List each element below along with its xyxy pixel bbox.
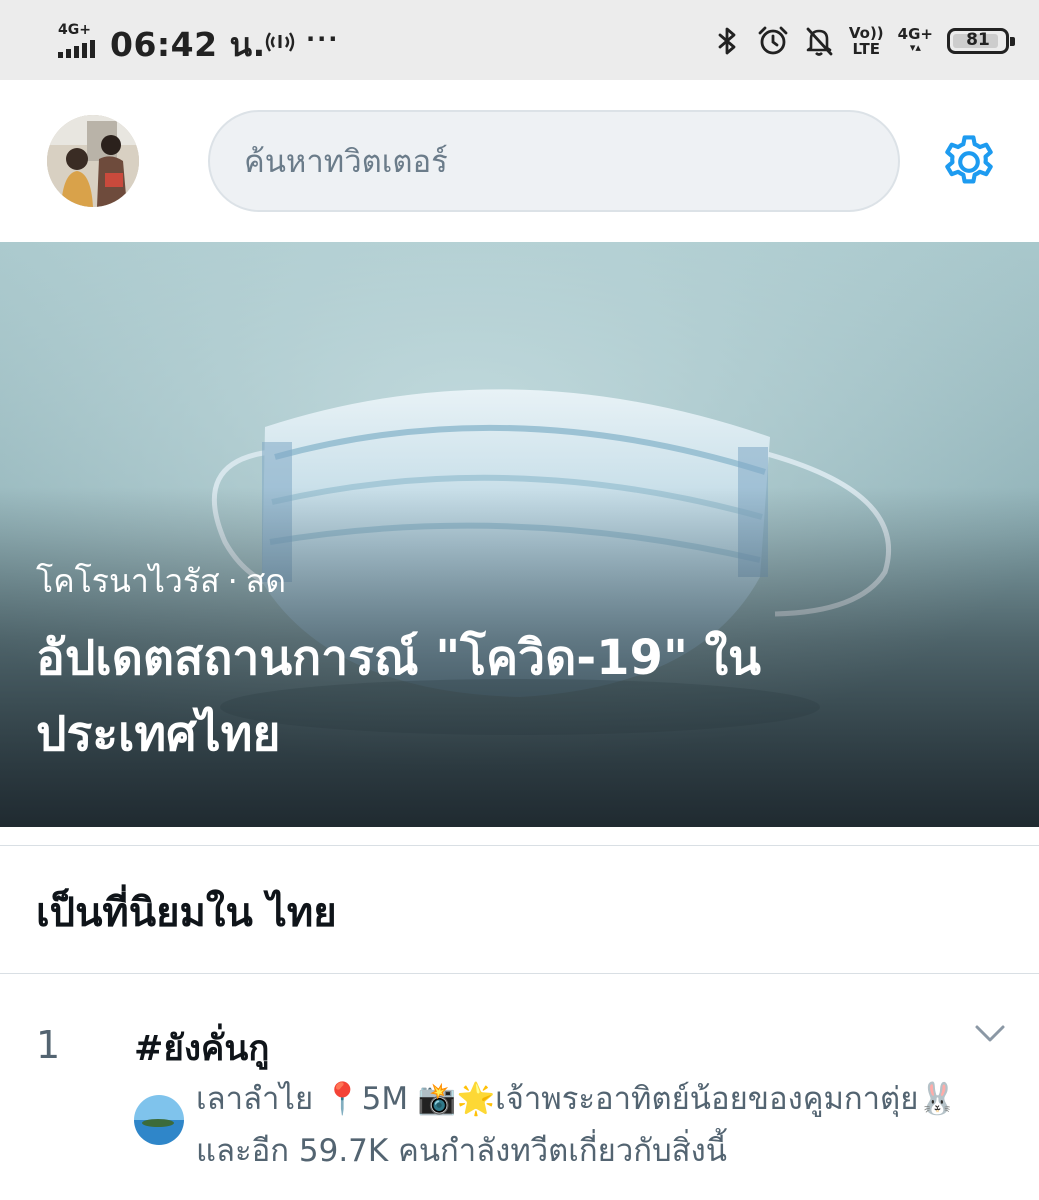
- avatar-photo: [47, 115, 139, 207]
- alarm-icon: [758, 26, 788, 55]
- event-category: โคโรนาไวรัส · สด: [36, 556, 286, 607]
- notifications-off-icon: [806, 27, 833, 56]
- bluetooth-icon: [718, 27, 736, 55]
- explore-header: [0, 80, 1039, 242]
- search-input[interactable]: [242, 112, 866, 212]
- hotspot-icon: [265, 32, 295, 52]
- mobile-data-indicator: 4G+ ▾▴: [897, 25, 933, 55]
- battery-level: 81: [966, 30, 990, 50]
- profile-avatar[interactable]: [47, 115, 139, 207]
- trends-section-title: เป็นที่นิยมใน ไทย: [36, 890, 337, 936]
- section-divider: [0, 973, 1039, 974]
- meta-separator: ·: [227, 562, 238, 600]
- more-notifications-icon: ···: [306, 25, 340, 53]
- trend-context-text: เลาลำไย 📍5M 📸🌟เจ้าพระอาทิตย์น้อยของคูมกา…: [196, 1081, 957, 1169]
- section-divider: [0, 845, 1039, 846]
- trend-hashtag[interactable]: #ยังคั่นกู: [134, 1021, 269, 1076]
- status-bar: 4G+ 06:42 น. ··· Vo)) LTE 4G+ ▾▴ 81: [0, 0, 1039, 80]
- network-type-label: 4G+: [58, 22, 91, 38]
- featured-event-card[interactable]: โคโรนาไวรัส · สด อัปเดตสถานการณ์ "โควิด-19…: [0, 242, 1039, 827]
- trend-item[interactable]: 1 #ยังคั่นกู เลาลำไย 📍5M 📸🌟เจ้าพระอาทิตย…: [0, 975, 1039, 1200]
- event-title: อัปเดตสถานการณ์ "โควิด-19" ในประเทศไทย: [36, 630, 761, 762]
- trend-rank: 1: [36, 1023, 61, 1067]
- context-user-avatar: [134, 1095, 184, 1145]
- volte-indicator: Vo)) LTE: [848, 24, 884, 58]
- gear-icon[interactable]: [938, 131, 1000, 193]
- network-signal-icon: 4G+: [56, 22, 104, 58]
- status-time: 06:42 น.: [110, 25, 266, 64]
- search-bar[interactable]: [208, 110, 900, 212]
- live-label: สด: [245, 562, 287, 600]
- battery-icon: 81: [947, 28, 1015, 54]
- chevron-down-icon[interactable]: [974, 1023, 1006, 1045]
- event-topic: โคโรนาไวรัส: [36, 562, 220, 600]
